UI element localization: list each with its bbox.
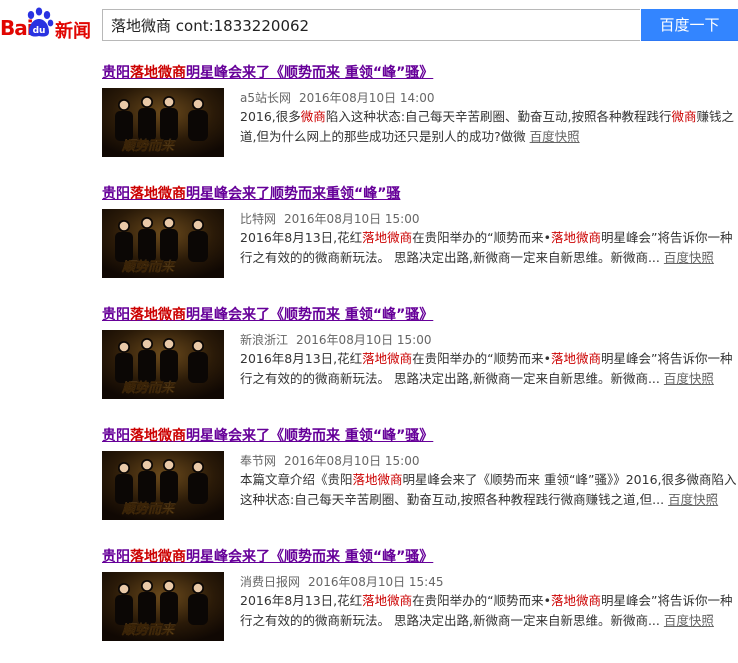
title-text: 贵阳	[102, 549, 130, 565]
snippet-text: 2016年8月13日,花红	[240, 351, 363, 366]
result-meta: a5站长网 2016年08月10日 14:00	[240, 89, 434, 106]
snippet-highlight: 落地微商	[352, 472, 403, 487]
result-thumbnail[interactable]: 顺势而来	[102, 330, 224, 399]
title-highlight: 落地微商	[130, 428, 186, 444]
logo-text-news: 新闻	[55, 21, 91, 42]
snippet-highlight: 微商	[671, 109, 697, 124]
result-snippet: 2016年8月13日,花红落地微商在贵阳举办的“顺势而来•落地微商明星峰会”将告…	[240, 349, 738, 389]
result-meta: 消费日报网 2016年08月10日 15:45	[240, 573, 444, 590]
result-date: 2016年08月10日 15:00	[296, 333, 432, 347]
result-date: 2016年08月10日 15:00	[284, 454, 420, 468]
title-text: 明星峰会来了《顺势而来 重领“峰”骚》	[186, 307, 434, 323]
snippet-highlight: 落地微商	[551, 593, 602, 608]
logo-text-du: du	[33, 26, 46, 36]
title-text: 明星峰会来了《顺势而来 重领“峰”骚》	[186, 65, 434, 81]
snippet-highlight: 落地微商	[362, 593, 413, 608]
snippet-highlight: 落地微商	[362, 230, 413, 245]
snippet-text: 陷入这种状态:自己每天辛苦刷圈、勤奋互动,按照各种教程践行	[325, 109, 672, 124]
baidu-news-logo[interactable]: Bai du 新闻	[0, 6, 96, 42]
result-date: 2016年08月10日 15:45	[308, 575, 444, 589]
snippet-highlight: 落地微商	[362, 351, 413, 366]
result-item: 贵阳落地微商明星峰会来了《顺势而来 重领“峰”骚》 顺势而来 消费日报网 2016年0…	[102, 542, 738, 663]
result-date: 2016年08月10日 15:00	[284, 212, 420, 226]
result-thumbnail[interactable]: 顺势而来	[102, 451, 224, 520]
cache-link[interactable]: 百度快照	[664, 613, 714, 628]
result-source: 比特网	[240, 212, 277, 226]
title-highlight: 落地微商	[130, 307, 186, 323]
cache-link[interactable]: 百度快照	[668, 492, 718, 507]
result-source: a5站长网	[240, 91, 291, 105]
result-thumbnail[interactable]: 顺势而来	[102, 88, 224, 157]
title-highlight: 落地微商	[130, 186, 186, 202]
cache-link[interactable]: 百度快照	[530, 129, 580, 144]
result-item: 贵阳落地微商明星峰会来了《顺势而来 重领“峰”骚》 顺势而来 新浪浙江 2016年08…	[102, 300, 738, 421]
results-list: 贵阳落地微商明星峰会来了《顺势而来 重领“峰”骚》 顺势而来 a5站长网 2016年0…	[102, 58, 738, 663]
title-text: 明星峰会来了《顺势而来 重领“峰”骚》	[186, 549, 434, 565]
snippet-text: 2016年8月13日,花红	[240, 230, 363, 245]
thumbnail-caption: 顺势而来	[121, 380, 176, 396]
result-snippet: 本篇文章介绍《贵阳落地微商明星峰会来了《顺势而来 重领“峰”骚》》2016,很多…	[240, 470, 738, 510]
result-title-link[interactable]: 贵阳落地微商明星峰会来了《顺势而来 重领“峰”骚》	[102, 546, 433, 566]
header: Bai du 新闻 百度一下	[0, 0, 738, 52]
result-title-link[interactable]: 贵阳落地微商明星峰会来了《顺势而来 重领“峰”骚》	[102, 425, 433, 445]
snippet-text: 在贵阳举办的“顺势而来•	[412, 230, 552, 245]
result-item: 贵阳落地微商明星峰会来了顺势而来重领“峰”骚 顺势而来 比特网 2016年08月10日…	[102, 179, 738, 300]
result-snippet: 2016年8月13日,花红落地微商在贵阳举办的“顺势而来•落地微商明星峰会”将告…	[240, 228, 738, 268]
result-meta: 比特网 2016年08月10日 15:00	[240, 210, 420, 227]
result-thumbnail[interactable]: 顺势而来	[102, 209, 224, 278]
snippet-text: 2016,很多	[240, 109, 301, 124]
title-text: 贵阳	[102, 65, 130, 81]
result-source: 消费日报网	[240, 575, 301, 589]
thumbnail-caption: 顺势而来	[121, 622, 176, 638]
title-text: 贵阳	[102, 186, 130, 202]
result-meta: 奉节网 2016年08月10日 15:00	[240, 452, 420, 469]
title-highlight: 落地微商	[130, 549, 186, 565]
result-meta: 新浪浙江 2016年08月10日 15:00	[240, 331, 432, 348]
snippet-text: 本篇文章介绍《贵阳	[240, 472, 353, 487]
title-text: 明星峰会来了《顺势而来 重领“峰”骚》	[186, 428, 434, 444]
snippet-text: 2016年8月13日,花红	[240, 593, 363, 608]
snippet-highlight: 落地微商	[551, 230, 602, 245]
cache-link[interactable]: 百度快照	[664, 250, 714, 265]
result-source: 奉节网	[240, 454, 277, 468]
snippet-text: 在贵阳举办的“顺势而来•	[412, 593, 552, 608]
search-input[interactable]	[103, 10, 640, 40]
title-text: 明星峰会来了顺势而来重领“峰”骚	[186, 186, 401, 202]
thumbnail-caption: 顺势而来	[121, 138, 176, 154]
title-text: 贵阳	[102, 428, 130, 444]
cache-link[interactable]: 百度快照	[664, 371, 714, 386]
thumbnail-caption: 顺势而来	[121, 501, 176, 517]
result-date: 2016年08月10日 14:00	[299, 91, 435, 105]
result-snippet: 2016,很多微商陷入这种状态:自己每天辛苦刷圈、勤奋互动,按照各种教程践行微商…	[240, 107, 738, 147]
result-title-link[interactable]: 贵阳落地微商明星峰会来了顺势而来重领“峰”骚	[102, 183, 400, 203]
search-box	[102, 9, 640, 41]
title-text: 贵阳	[102, 307, 130, 323]
search-button[interactable]: 百度一下	[641, 9, 738, 41]
result-item: 贵阳落地微商明星峰会来了《顺势而来 重领“峰”骚》 顺势而来 奉节网 2016年08月…	[102, 421, 738, 542]
result-thumbnail[interactable]: 顺势而来	[102, 572, 224, 641]
result-source: 新浪浙江	[240, 333, 289, 347]
paw-icon: du	[27, 7, 54, 37]
title-highlight: 落地微商	[130, 65, 186, 81]
thumbnail-caption: 顺势而来	[121, 259, 176, 275]
snippet-text: 在贵阳举办的“顺势而来•	[412, 351, 552, 366]
result-item: 贵阳落地微商明星峰会来了《顺势而来 重领“峰”骚》顺势而来 a5站长网 2016年0…	[102, 58, 738, 179]
result-title-link[interactable]: 贵阳落地微商明星峰会来了《顺势而来 重领“峰”骚》	[102, 304, 433, 324]
result-snippet: 2016年8月13日,花红落地微商在贵阳举办的“顺势而来•落地微商明星峰会”将告…	[240, 591, 738, 631]
snippet-highlight: 微商	[300, 109, 326, 124]
snippet-highlight: 落地微商	[551, 351, 602, 366]
result-title-link[interactable]: 贵阳落地微商明星峰会来了《顺势而来 重领“峰”骚》	[102, 62, 433, 82]
